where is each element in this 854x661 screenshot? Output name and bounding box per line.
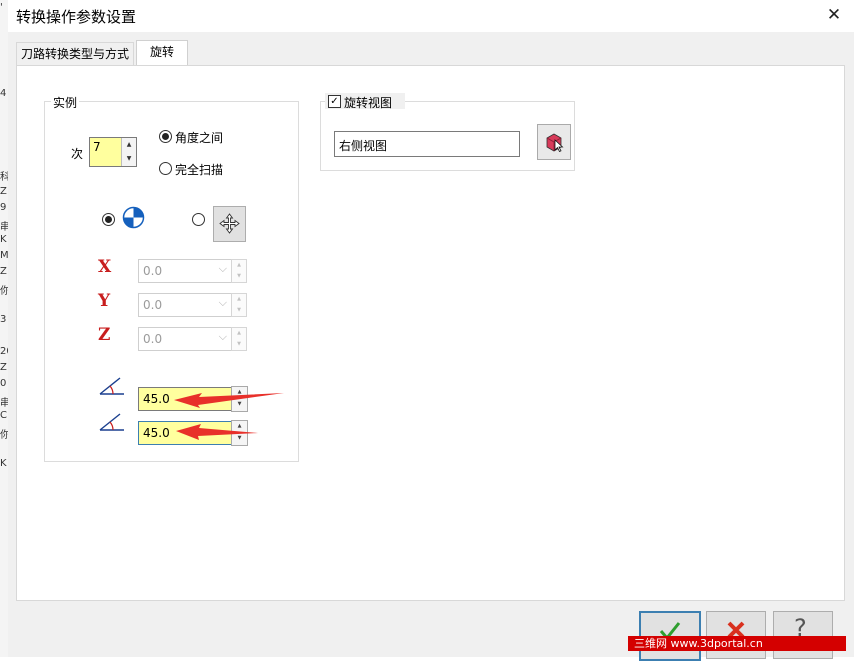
spin-up-icon[interactable]: ▲ xyxy=(122,138,136,152)
x-value: 0.0 xyxy=(143,264,163,278)
bg-text: K xyxy=(0,458,7,469)
bg-text: 9 xyxy=(0,202,7,213)
bg-text: Z xyxy=(0,186,7,197)
watermark: 三维网 www.3dportal.cn xyxy=(628,636,846,651)
spin-down-icon[interactable]: ▼ xyxy=(122,152,136,166)
z-axis-icon: Z xyxy=(98,325,111,345)
z-value: 0.0 xyxy=(143,332,163,346)
bg-text: Z xyxy=(0,362,7,373)
radio-between-angles[interactable] xyxy=(159,130,172,143)
chevron-down-icon: ⌵ xyxy=(218,330,227,343)
help-button[interactable]: ? xyxy=(773,611,833,659)
count-spinner[interactable]: 7 ▲ ▼ xyxy=(89,137,137,167)
z-value-combo[interactable]: 0.0 ⌵ xyxy=(138,327,232,351)
bg-text: ' xyxy=(0,2,3,13)
y-axis-icon: Y xyxy=(98,291,111,311)
transform-settings-dialog: 转换操作参数设置 ✕ 刀路转换类型与方式 旋转 实例 次 7 ▲ ▼ 角度之间 … xyxy=(8,0,854,661)
y-value: 0.0 xyxy=(143,298,163,312)
x-value-combo[interactable]: 0.0 ⌵ xyxy=(138,259,232,283)
count-spin-buttons[interactable]: ▲ ▼ xyxy=(121,138,136,166)
close-button[interactable]: ✕ xyxy=(824,5,844,25)
y-value-spinner[interactable]: ▲ ▼ xyxy=(231,293,247,317)
dialog-title: 转换操作参数设置 xyxy=(16,8,137,26)
x-axis-icon: X xyxy=(98,257,112,277)
x-value-spinner[interactable]: ▲ ▼ xyxy=(231,259,247,283)
bg-text: 3 xyxy=(0,314,7,325)
cancel-button[interactable] xyxy=(706,611,766,659)
view-name-field[interactable]: 右侧视图 xyxy=(334,131,520,157)
count-label: 次 xyxy=(71,147,84,161)
full-sweep-label: 完全扫描 xyxy=(175,163,224,177)
select-view-button[interactable] xyxy=(537,124,571,160)
rotate-view-label: 旋转视图 xyxy=(344,96,393,110)
rotate-view-checkbox[interactable]: ✓ xyxy=(328,95,341,108)
count-value: 7 xyxy=(93,140,101,154)
y-value-combo[interactable]: 0.0 ⌵ xyxy=(138,293,232,317)
start-angle-icon xyxy=(99,377,124,395)
view-name-value: 右侧视图 xyxy=(339,139,388,153)
between-angles-label: 角度之间 xyxy=(175,131,224,145)
chevron-down-icon: ⌵ xyxy=(218,262,227,275)
radio-full-sweep[interactable] xyxy=(159,162,172,175)
move-point-icon xyxy=(219,213,240,234)
instance-group-legend: 实例 xyxy=(51,94,80,111)
title-bar[interactable]: 转换操作参数设置 ✕ xyxy=(8,0,854,32)
tab-transform-type[interactable]: 刀路转换类型与方式 xyxy=(16,42,134,65)
start-angle-value: 45.0 xyxy=(143,392,170,406)
z-value-spinner[interactable]: ▲ ▼ xyxy=(231,327,247,351)
chevron-down-icon: ⌵ xyxy=(218,296,227,309)
bg-text: 4 xyxy=(0,88,7,99)
sweep-angle-icon xyxy=(99,413,124,431)
origin-icon xyxy=(122,206,145,229)
tab-rotate[interactable]: 旋转 xyxy=(136,40,188,66)
select-point-button[interactable] xyxy=(213,206,246,242)
annotation-arrows xyxy=(174,393,284,440)
view-select-icon xyxy=(546,133,564,152)
radio-select-point[interactable] xyxy=(192,213,205,226)
bg-text: C xyxy=(0,410,7,421)
sweep-angle-value: 45.0 xyxy=(143,426,170,440)
radio-origin-center[interactable] xyxy=(102,213,115,226)
bg-text: 0 xyxy=(0,378,7,389)
bg-text: K xyxy=(0,234,7,245)
bg-text: Z xyxy=(0,266,7,277)
